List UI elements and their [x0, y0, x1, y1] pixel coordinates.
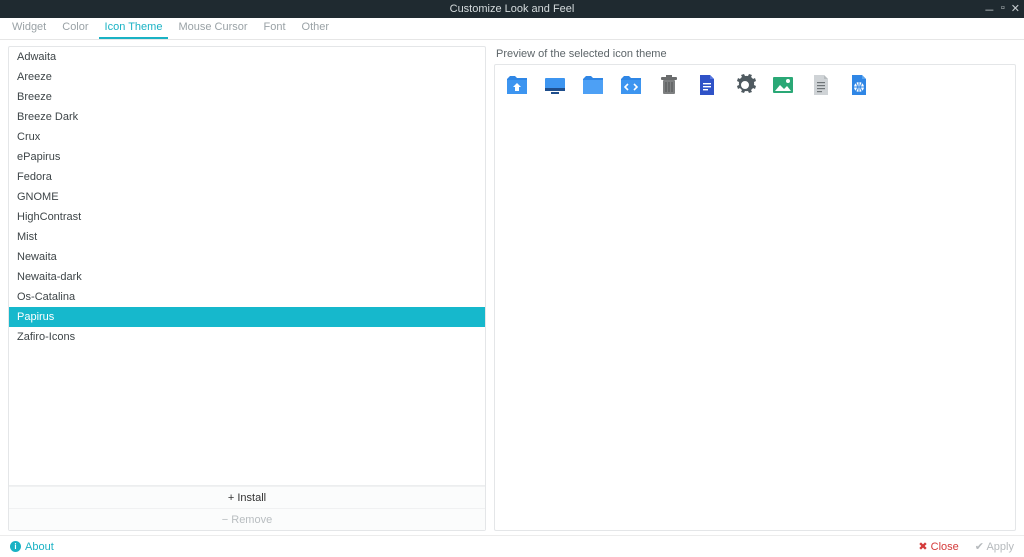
remove-button: − Remove — [9, 508, 485, 530]
settings-icon — [733, 73, 757, 97]
window-controls: － ▫ ✕ — [984, 2, 1020, 18]
tab-icon-theme[interactable]: Icon Theme — [99, 17, 169, 39]
theme-item[interactable]: Newaita-dark — [9, 267, 485, 287]
apply-label: Apply — [986, 541, 1014, 553]
theme-item[interactable]: Breeze Dark — [9, 107, 485, 127]
preview-icon-row — [505, 73, 1005, 97]
preview-label: Preview of the selected icon theme — [494, 46, 1016, 64]
content-area: Adwaita Areeze Breeze Breeze Dark Crux e… — [0, 40, 1024, 535]
footer: i About ✖ Close ✔ Apply — [0, 535, 1024, 557]
theme-item-selected[interactable]: Papirus — [9, 307, 485, 327]
code-folder-icon — [619, 73, 643, 97]
theme-item[interactable]: Breeze — [9, 87, 485, 107]
theme-item[interactable]: Adwaita — [9, 47, 485, 67]
tab-font[interactable]: Font — [258, 17, 292, 39]
theme-item[interactable]: HighContrast — [9, 207, 485, 227]
image-icon — [771, 73, 795, 97]
tabbar: Widget Color Icon Theme Mouse Cursor Fon… — [0, 18, 1024, 40]
theme-item[interactable]: Newaita — [9, 247, 485, 267]
close-icon[interactable]: ✕ — [1011, 2, 1020, 18]
theme-list-panel: Adwaita Areeze Breeze Breeze Dark Crux e… — [8, 46, 486, 531]
preview-panel: Preview of the selected icon theme — [494, 46, 1016, 531]
trash-icon — [657, 73, 681, 97]
folder-icon — [581, 73, 605, 97]
tab-other[interactable]: Other — [296, 17, 336, 39]
about-button[interactable]: i About — [10, 541, 54, 553]
desktop-folder-icon — [543, 73, 567, 97]
tab-color[interactable]: Color — [56, 17, 94, 39]
titlebar: Customize Look and Feel － ▫ ✕ — [0, 0, 1024, 18]
theme-item[interactable]: Fedora — [9, 167, 485, 187]
theme-item[interactable]: GNOME — [9, 187, 485, 207]
tab-widget[interactable]: Widget — [6, 17, 52, 39]
text-file-icon — [809, 73, 833, 97]
info-icon: i — [10, 541, 21, 552]
install-button[interactable]: + Install — [9, 486, 485, 508]
window-title: Customize Look and Feel — [450, 3, 575, 15]
theme-item[interactable]: Areeze — [9, 67, 485, 87]
theme-item[interactable]: Zafiro-Icons — [9, 327, 485, 347]
theme-item[interactable]: Os-Catalina — [9, 287, 485, 307]
about-label: About — [25, 541, 54, 553]
apply-button: ✔ Apply — [975, 540, 1014, 553]
maximize-icon[interactable]: ▫ — [1001, 2, 1005, 18]
theme-item[interactable]: ePapirus — [9, 147, 485, 167]
close-label: Close — [931, 541, 959, 553]
theme-action-buttons: + Install − Remove — [9, 485, 485, 530]
html-file-icon — [847, 73, 871, 97]
tab-mouse-cursor[interactable]: Mouse Cursor — [172, 17, 253, 39]
theme-item[interactable]: Crux — [9, 127, 485, 147]
user-home-folder-icon — [505, 73, 529, 97]
theme-item[interactable]: Mist — [9, 227, 485, 247]
minimize-icon[interactable]: － — [984, 2, 995, 18]
theme-list[interactable]: Adwaita Areeze Breeze Breeze Dark Crux e… — [9, 47, 485, 485]
preview-box — [494, 64, 1016, 531]
document-icon — [695, 73, 719, 97]
close-button[interactable]: ✖ Close — [918, 540, 958, 553]
